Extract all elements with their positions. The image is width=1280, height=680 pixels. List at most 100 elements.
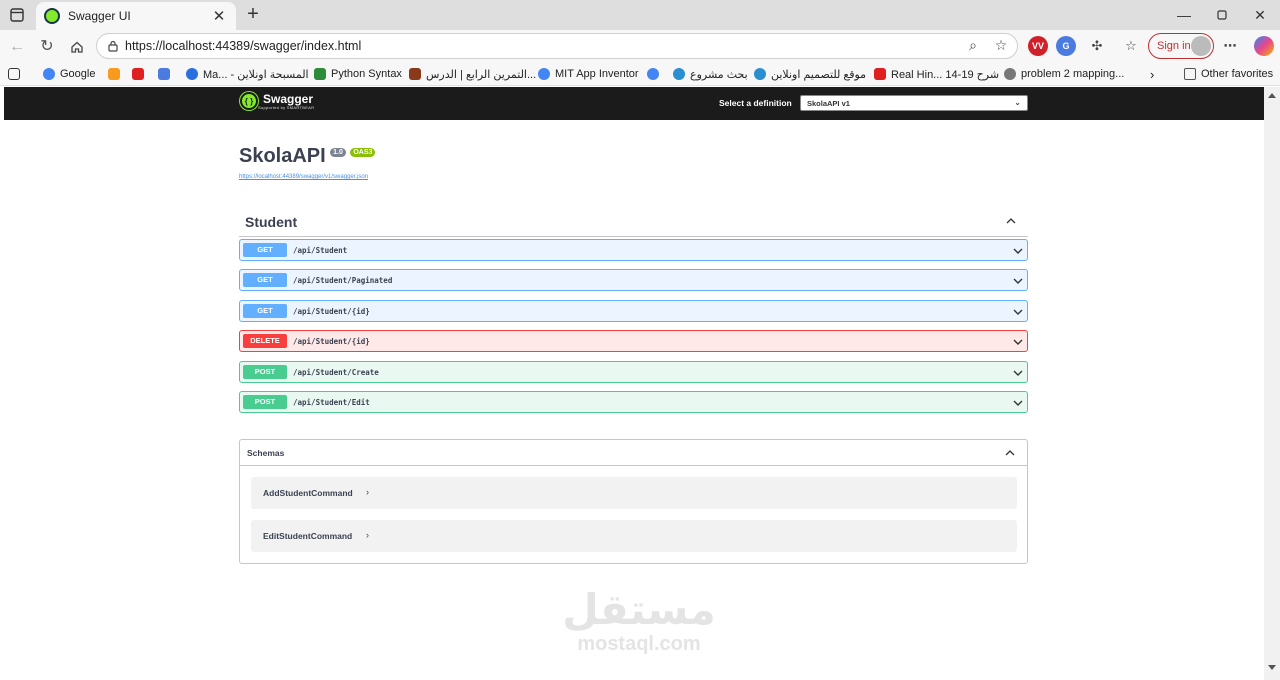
swagger-favicon-icon	[44, 8, 60, 24]
chevron-down-icon[interactable]	[1012, 367, 1024, 379]
bookmark-label: Ma... - المسبحة اونلاين	[203, 68, 309, 81]
schema-model-name: AddStudentCommand	[263, 488, 353, 498]
scrollbar[interactable]	[1264, 87, 1280, 680]
schema-model-name: EditStudentCommand	[263, 531, 353, 541]
schemas-section: Schemas AddStudentCommand › EditStudentC…	[239, 439, 1028, 564]
bookmarks-bar: Google Ma... - المسبحة اونلاين Python Sy…	[0, 62, 1280, 86]
bookmark-label: التمرين الرابع | الدرس...	[426, 68, 537, 81]
new-tab-button[interactable]: +	[242, 4, 264, 26]
chevron-down-icon[interactable]	[1012, 397, 1024, 409]
bookmark-label: Real Hin... شرح 19-14	[891, 68, 1000, 81]
bookmark-folder[interactable]: Other favorites	[1184, 66, 1273, 82]
refresh-icon[interactable]: ↻	[36, 36, 58, 58]
chevron-down-icon[interactable]	[1012, 336, 1024, 348]
copilot-icon[interactable]	[1254, 36, 1274, 56]
operation-row-post[interactable]: POST/api/Student/Create	[239, 361, 1028, 383]
operation-row-get[interactable]: GET/api/Student	[239, 239, 1028, 261]
method-badge: GET	[243, 243, 287, 257]
more-menu-icon[interactable]: ⋯	[1220, 36, 1240, 56]
definition-label: Select a definition	[719, 98, 792, 108]
operation-path: /api/Student/{id}	[293, 306, 370, 316]
method-badge: POST	[243, 395, 287, 409]
close-window-icon[interactable]: ✕	[1242, 4, 1278, 26]
bookmark-label: MIT App Inventor	[555, 68, 639, 80]
favorites-icon[interactable]: ☆	[1121, 36, 1141, 56]
bookmark-item[interactable]	[647, 66, 664, 82]
operation-path: /api/Student/Edit	[293, 397, 370, 407]
expand-arrow-icon[interactable]: ›	[366, 487, 369, 497]
scroll-down-icon[interactable]	[1268, 665, 1276, 670]
lock-icon[interactable]	[107, 40, 119, 52]
method-badge: DELETE	[243, 334, 287, 348]
bookmark-label: Python Syntax	[331, 68, 402, 80]
schema-model[interactable]: AddStudentCommand ›	[251, 477, 1017, 509]
definition-value: SkolaAPI v1	[807, 99, 850, 108]
bookmark-item[interactable]: Ma... - المسبحة اونلاين	[186, 66, 309, 82]
swagger-logo[interactable]: { } Swagger Supported by SMARTBEAR	[240, 92, 314, 110]
operation-path: /api/Student/{id}	[293, 336, 370, 346]
bookmark-item[interactable]	[108, 66, 125, 82]
zoom-icon[interactable]: ⌕	[963, 37, 983, 57]
back-icon[interactable]: ←	[6, 36, 28, 58]
method-badge: GET	[243, 273, 287, 287]
method-badge: POST	[243, 365, 287, 379]
bookmark-item[interactable]: MIT App Inventor	[538, 66, 639, 82]
bookmark-item[interactable]: التمرين الرابع | الدرس...	[409, 66, 536, 82]
logo-subtext: Supported by SMARTBEAR	[258, 104, 315, 110]
bookmark-item[interactable]: problem 2 mapping...	[1004, 66, 1124, 82]
bookmark-item[interactable]	[132, 66, 149, 82]
bookmark-label: Google	[60, 68, 96, 80]
chevron-down-icon[interactable]	[1012, 306, 1024, 318]
schemas-header[interactable]: Schemas	[240, 440, 1027, 466]
bookmark-item[interactable]: Google	[43, 66, 95, 82]
bookmarks-toggle-icon[interactable]	[8, 66, 25, 82]
version-badge: 1.0	[330, 148, 346, 157]
chevron-down-icon[interactable]	[1012, 245, 1024, 257]
operation-row-post[interactable]: POST/api/Student/Edit	[239, 391, 1028, 413]
favorite-star-icon[interactable]: ☆	[991, 37, 1011, 57]
method-badge: GET	[243, 304, 287, 318]
avatar	[1191, 36, 1211, 56]
translate-icon[interactable]: G	[1056, 36, 1076, 56]
oas-badge: OAS3	[350, 148, 376, 157]
browser-tab[interactable]: Swagger UI ✕	[36, 2, 236, 30]
operation-row-get[interactable]: GET/api/Student/Paginated	[239, 269, 1028, 291]
page-title: SkolaAPI	[239, 145, 326, 167]
tab-title: Swagger UI	[68, 9, 131, 23]
bookmark-item[interactable]	[158, 66, 175, 82]
extensions-icon[interactable]: ✣	[1087, 36, 1107, 56]
bookmark-item[interactable]: Real Hin... شرح 19-14	[874, 66, 999, 82]
minimize-icon[interactable]: —	[1166, 4, 1202, 26]
api-info: SkolaAPI 1.0 OAS3 https://localhost:4438…	[239, 145, 376, 180]
extension-vv-icon[interactable]: VV	[1028, 36, 1048, 56]
maximize-icon[interactable]	[1204, 4, 1240, 26]
sign-in-button[interactable]: Sign in	[1148, 33, 1214, 59]
chevron-up-icon[interactable]	[1005, 448, 1015, 458]
address-toolbar: ← ↻ https://localhost:44389/swagger/inde…	[0, 30, 1280, 62]
tab-actions-icon[interactable]	[8, 6, 26, 24]
definition-select[interactable]: SkolaAPI v1 ⌄	[800, 95, 1028, 111]
spec-link[interactable]: https://localhost:44389/swagger/v1/swagg…	[239, 174, 375, 180]
chevron-up-icon[interactable]	[1006, 216, 1016, 226]
schemas-title: Schemas	[247, 448, 285, 458]
logo-text: Swagger	[263, 91, 314, 106]
operation-path: /api/Student/Paginated	[293, 275, 393, 285]
close-tab-icon[interactable]: ✕	[210, 7, 228, 25]
bookmarks-overflow-icon[interactable]: ›	[1150, 66, 1154, 82]
schema-model[interactable]: EditStudentCommand ›	[251, 520, 1017, 552]
tag-student-header[interactable]: Student	[239, 208, 1028, 237]
tag-title: Student	[245, 214, 298, 230]
address-bar[interactable]: https://localhost:44389/swagger/index.ht…	[96, 33, 1018, 59]
url-text[interactable]: https://localhost:44389/swagger/index.ht…	[125, 39, 361, 53]
bookmark-item[interactable]: Python Syntax	[314, 66, 402, 82]
operation-row-delete[interactable]: DELETE/api/Student/{id}	[239, 330, 1028, 352]
bookmark-label: Other favorites	[1201, 68, 1274, 80]
home-icon[interactable]	[66, 36, 88, 58]
chevron-down-icon[interactable]	[1012, 275, 1024, 287]
bookmark-item[interactable]: موقع للتصميم اونلاين	[754, 66, 866, 82]
bookmark-label: بحث مشروع	[690, 68, 748, 81]
expand-arrow-icon[interactable]: ›	[366, 530, 369, 540]
bookmark-item[interactable]: بحث مشروع	[673, 66, 748, 82]
operation-row-get[interactable]: GET/api/Student/{id}	[239, 300, 1028, 322]
scroll-up-icon[interactable]	[1268, 93, 1276, 98]
